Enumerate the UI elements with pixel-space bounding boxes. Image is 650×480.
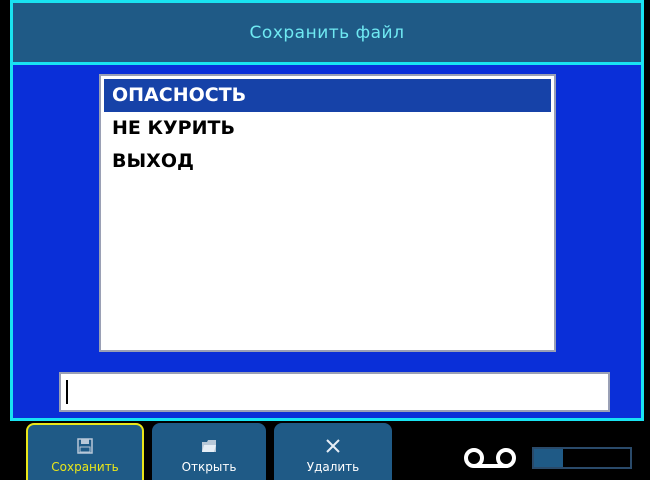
level-fill (534, 449, 563, 467)
file-list-item[interactable]: ОПАСНОСТЬ (104, 79, 551, 112)
save-file-dialog: Сохранить файл ОПАСНОСТЬ НЕ КУРИТЬ ВЫХОД (10, 0, 644, 421)
open-button-label: Открыть (181, 460, 237, 474)
folder-icon (202, 440, 216, 452)
save-icon (77, 438, 93, 454)
softkey-bar: Сохранить Открыть Удалить (0, 421, 650, 480)
dialog-titlebar: Сохранить файл (13, 3, 641, 65)
close-icon (326, 439, 340, 453)
save-button[interactable]: Сохранить (26, 423, 144, 480)
save-button-label: Сохранить (51, 460, 119, 474)
file-list-item[interactable]: НЕ КУРИТЬ (104, 112, 551, 145)
file-name-input[interactable] (59, 372, 610, 412)
dialog-title: Сохранить файл (249, 22, 405, 43)
delete-button-label: Удалить (306, 460, 360, 474)
open-button[interactable]: Открыть (152, 423, 266, 480)
level-indicator (532, 447, 632, 469)
file-list[interactable]: ОПАСНОСТЬ НЕ КУРИТЬ ВЫХОД (99, 74, 556, 352)
text-caret (66, 380, 68, 404)
delete-button[interactable]: Удалить (274, 423, 392, 480)
file-list-item[interactable]: ВЫХОД (104, 145, 551, 178)
tape-icon (464, 448, 516, 468)
